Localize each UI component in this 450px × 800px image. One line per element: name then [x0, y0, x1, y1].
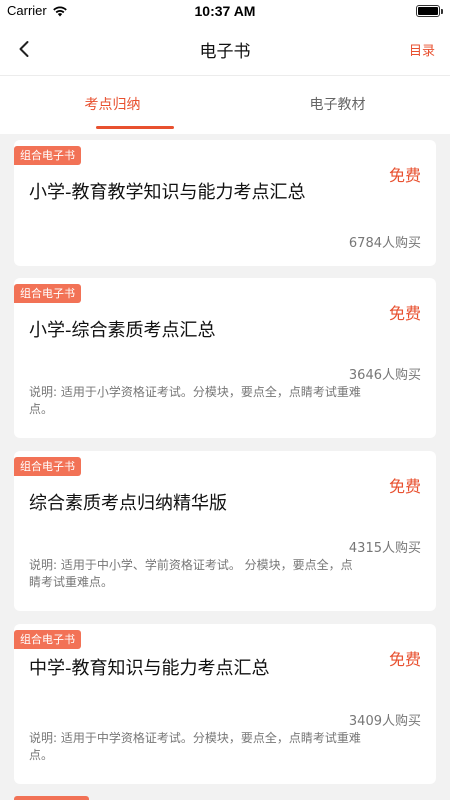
clock: 10:37 AM: [194, 3, 256, 19]
description-line: 说明: 适用于中小学、学前资格证考试。 分模块，要点全，点: [29, 558, 353, 572]
book-title: 小学-教育教学知识与能力考点汇总: [29, 182, 306, 203]
bundle-badge: 组合电子书: [14, 457, 81, 476]
tab-label: 电子教材: [309, 97, 366, 113]
book-title: 综合素质考点归纳精华版: [29, 493, 227, 514]
ebook-card[interactable]: 组合电子书 免费 综合素质考点归纳精华版 4315人购买 说明: 适用于中小学、…: [14, 451, 436, 611]
tab-e-textbooks[interactable]: 电子教材: [225, 76, 450, 134]
status-bar: Carrier 10:37 AM: [0, 0, 450, 22]
buyer-count: 3646人购买: [348, 368, 421, 383]
battery-icon: [416, 5, 443, 17]
active-tab-indicator: [96, 126, 174, 129]
book-description: 说明: 适用于中学资格证考试。分模块，要点全，点睛考试重难 点。: [29, 730, 416, 764]
ebook-card[interactable]: 组合电子书 免费 小学-综合素质考点汇总 3646人购买 说明: 适用于小学资格…: [14, 278, 436, 438]
book-description: 说明: 适用于小学资格证考试。分模块，要点全，点睛考试重难 点。: [29, 384, 416, 418]
book-title: 中学-教育知识与能力考点汇总: [29, 658, 270, 679]
bundle-badge: 组合电子书: [14, 146, 81, 165]
bundle-badge: 组合电子书: [14, 284, 81, 303]
tab-bar: 考点归纳 电子教材: [0, 76, 450, 134]
buyer-count: 3409人购买: [348, 714, 421, 729]
ebook-card[interactable]: 组合电子书 免费 小学-教育教学知识与能力考点汇总 6784人购买: [14, 140, 436, 266]
description-line: 睛考试重难点。: [29, 575, 114, 589]
book-description: 说明: 适用于中小学、学前资格证考试。 分模块，要点全，点 睛考试重难点。: [29, 557, 416, 591]
bundle-badge: 组合电子书: [14, 630, 81, 649]
price-label: 免费: [388, 304, 421, 323]
price-label: 免费: [388, 166, 421, 185]
description-line: 点。: [29, 748, 54, 762]
description-line: 说明: 适用于中学资格证考试。分模块，要点全，点睛考试重难: [29, 731, 361, 745]
table-of-contents-button[interactable]: 目录: [409, 40, 435, 59]
next-card-badge-peek: [14, 796, 89, 800]
navigation-bar: 电子书 目录: [0, 22, 450, 76]
ebook-card[interactable]: 组合电子书 免费 中学-教育知识与能力考点汇总 3409人购买 说明: 适用于中…: [14, 624, 436, 784]
buyer-count: 4315人购买: [348, 541, 421, 556]
book-title: 小学-综合素质考点汇总: [29, 320, 216, 341]
page-title: 电子书: [199, 42, 251, 62]
price-label: 免费: [388, 650, 421, 669]
buyer-count: 6784人购买: [348, 236, 421, 251]
description-line: 说明: 适用于小学资格证考试。分模块，要点全，点睛考试重难: [29, 385, 361, 399]
price-label: 免费: [388, 477, 421, 496]
description-line: 点。: [29, 402, 54, 416]
tab-label: 考点归纳: [84, 97, 141, 113]
